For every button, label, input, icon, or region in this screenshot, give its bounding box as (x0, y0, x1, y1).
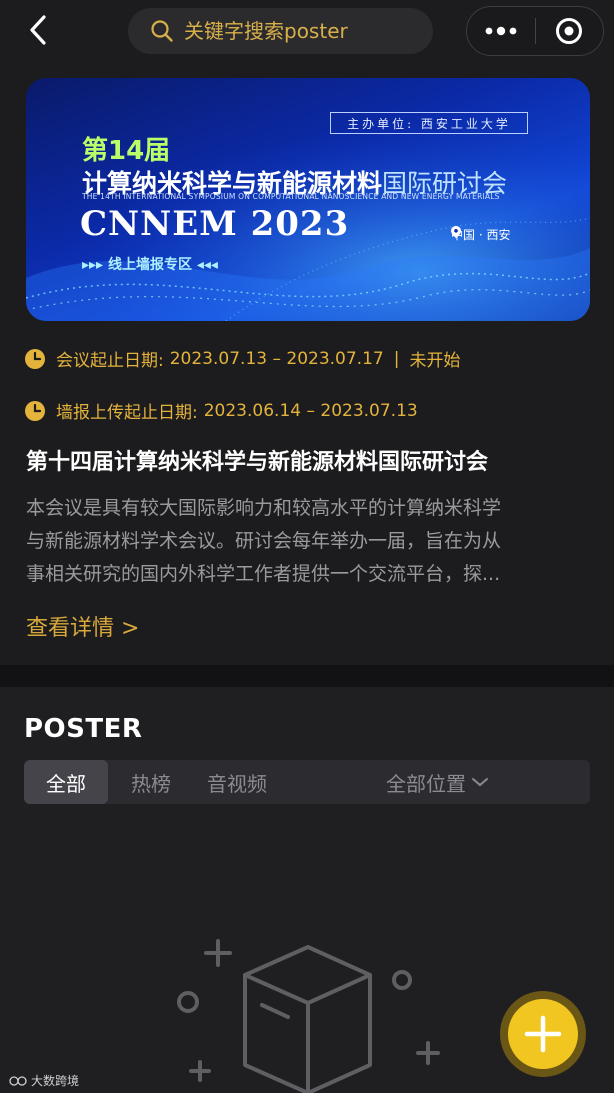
back-button[interactable] (22, 12, 58, 48)
close-target-icon (556, 18, 583, 44)
upload-dates-value: 2023.06.14 – 2023.07.13 (203, 400, 418, 421)
back-arrow-icon (30, 15, 46, 45)
poster-heading: POSTER (24, 714, 143, 744)
banner-location: 中国 · 西安 (451, 226, 510, 243)
location-pin-icon (451, 226, 461, 238)
location-filter-select[interactable]: 全部位置 (386, 768, 490, 797)
banner-english-title: THE 14TH INTERNATIONAL SYMPOSIUM ON COMP… (82, 192, 500, 201)
section-divider (0, 665, 614, 687)
tab-audio-video[interactable]: 音视频 (194, 760, 280, 804)
more-dots-icon (485, 26, 517, 36)
watermark-logo-icon (9, 1075, 27, 1086)
close-mini-program-button[interactable] (536, 7, 604, 55)
meeting-dates-row: 会议起止日期: 2023.07.13 – 2023.07.17 | 未开始 (24, 346, 460, 371)
conference-title: 第十四届计算纳米科学与新能源材料国际研讨会 (26, 450, 489, 475)
conference-banner[interactable]: 主办单位: 西安工业大学 第14届 计算纳米科学与新能源材料国际研讨会 THE … (26, 78, 590, 321)
banner-edition: 第14届 (82, 136, 171, 166)
status-separator: | (393, 348, 400, 369)
conference-description: 本会议是具有较大国际影响力和较高水平的计算纳米科学 与新能源材料学术会议。研讨会… (26, 492, 586, 591)
tab-all[interactable]: 全部 (24, 760, 108, 804)
meeting-dates-label: 会议起止日期: (56, 351, 164, 371)
chevron-down-icon (472, 778, 488, 787)
clock-icon (25, 400, 45, 421)
add-poster-button-inner (508, 999, 578, 1069)
poster-tab-bar: 全部 热榜 音视频 全部位置 (24, 760, 590, 804)
search-input[interactable] (182, 18, 426, 44)
plus-icon (524, 1015, 562, 1053)
tab-hot[interactable]: 热榜 (108, 760, 194, 804)
upload-dates-label: 墙报上传起止日期: (56, 403, 198, 423)
watermark-text: 大数跨境 (31, 1074, 80, 1088)
top-navigation-bar (0, 0, 614, 64)
meeting-dates-value: 2023.07.13 – 2023.07.17 (169, 348, 384, 369)
location-filter-label: 全部位置 (386, 771, 466, 796)
banner-online-label: ▸▸▸ 线上墙报专区 ◂◂◂ (82, 257, 218, 273)
empty-box-icon (177, 939, 440, 1093)
banner-brand: CNNEM 2023 (80, 204, 350, 244)
mini-program-capsule (466, 6, 604, 56)
search-icon (151, 20, 173, 42)
description-line: 本会议是具有较大国际影响力和较高水平的计算纳米科学 (26, 497, 502, 519)
search-bar[interactable] (128, 8, 433, 54)
description-line: 与新能源材料学术会议。研讨会每年举办一届，旨在为从 (26, 530, 502, 552)
meeting-status: 未开始 (409, 351, 461, 371)
clock-icon (25, 348, 45, 369)
add-poster-button[interactable] (500, 991, 586, 1077)
upload-dates-row: 墙报上传起止日期: 2023.06.14 – 2023.07.13 (24, 398, 418, 423)
banner-host: 主办单位: 西安工业大学 (330, 112, 528, 134)
watermark: 大数跨境 (8, 1072, 79, 1089)
view-details-link[interactable]: 查看详情 > (26, 610, 139, 642)
description-line: 事相关研究的国内外科学工作者提供一个交流平台，探... (26, 563, 501, 585)
more-button[interactable] (467, 7, 535, 55)
